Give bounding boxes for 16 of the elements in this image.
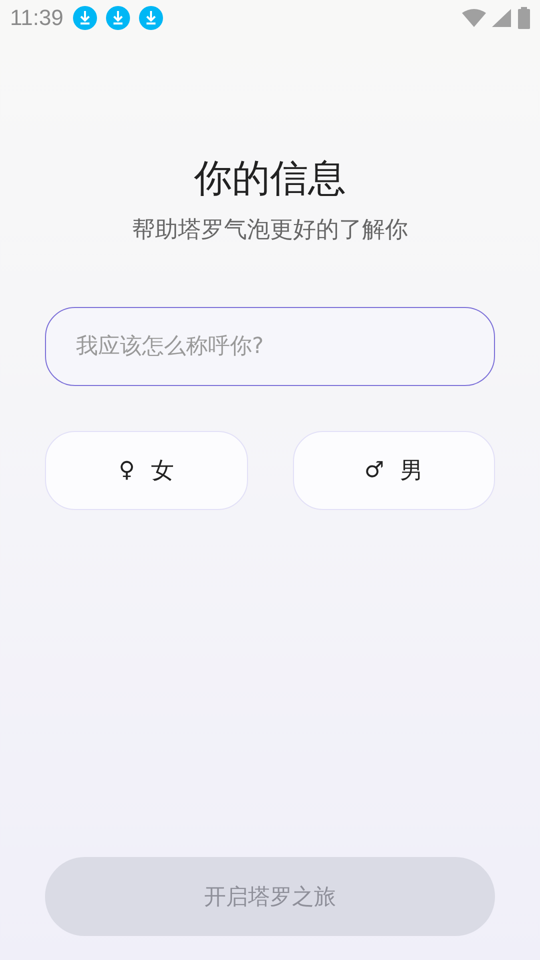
name-input-field[interactable]: 我应该怎么称呼你? <box>45 306 495 386</box>
gender-icon: ♂ <box>364 458 384 483</box>
download-icon <box>73 6 98 30</box>
gender-label: 女 <box>150 456 174 486</box>
page-title: 你的信息 <box>194 156 346 202</box>
status-time: 11:39 <box>10 5 64 31</box>
signal-icon <box>492 8 512 28</box>
download-icon <box>106 6 130 30</box>
battery-icon <box>518 7 530 29</box>
gender-label: 男 <box>400 456 424 486</box>
download-icon <box>139 6 164 30</box>
gender-option[interactable]: ♂ 男 <box>292 430 495 510</box>
wifi-icon <box>462 8 486 28</box>
gender-icon: ♀ <box>118 458 135 483</box>
page-subtitle: 帮助塔罗气泡更好的了解你 <box>132 216 408 245</box>
gender-option[interactable]: ♀ 女 <box>45 430 248 510</box>
